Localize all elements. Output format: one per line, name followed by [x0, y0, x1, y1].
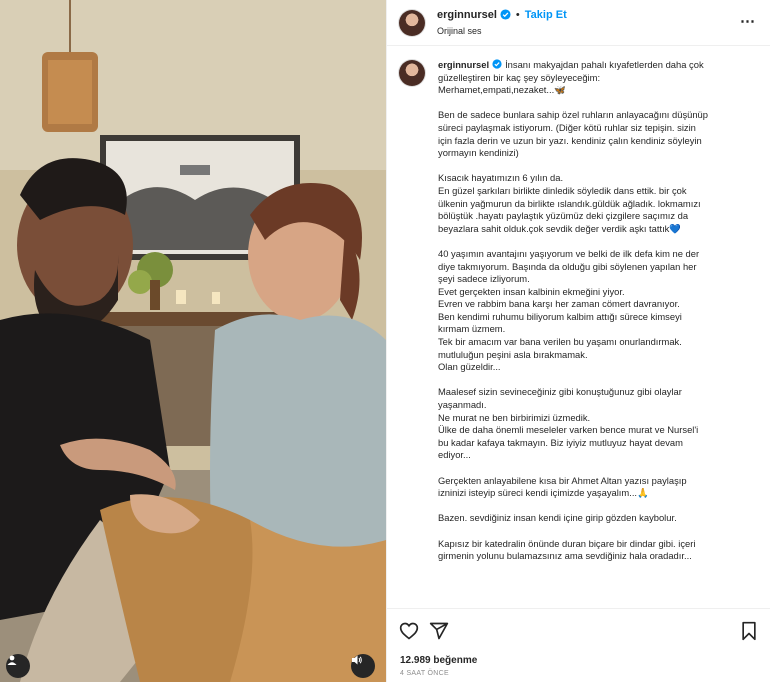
caption-line: mutluluğun peşini asla bırakmamak.	[438, 348, 588, 360]
speaker-icon	[352, 655, 362, 665]
post-media[interactable]	[0, 0, 386, 682]
caption-line: erginnursel İnsanı makyajdan pahalı kıyaf…	[438, 59, 756, 72]
caption-line: ediyor...	[438, 449, 471, 461]
caption-text: erginnursel İnsanı makyajdan pahalı kıyaf…	[438, 59, 756, 575]
caption-paragraph: erginnursel İnsanı makyajdan pahalı kıyaf…	[438, 59, 756, 97]
caption-line: Gerçekten anlayabilene kısa bir Ahmet Al…	[438, 474, 687, 486]
caption-line: ülkenin yağmurun da birlikte ıslandık.gü…	[438, 197, 701, 209]
avatar[interactable]	[399, 9, 425, 36]
caption-line: 40 yaşımın avantajını yaşıyorum ve belki…	[438, 247, 700, 259]
verified-badge-icon	[500, 9, 511, 20]
caption-line: için fazla derin ve uzun bir yazı. kendi…	[438, 134, 702, 146]
caption-line: Ben de sadece bunlara sahip özel ruhları…	[438, 109, 708, 121]
bookmark-icon[interactable]	[739, 621, 759, 641]
caption-line: diye takmıyorum. Başında da olduğu gibi …	[438, 260, 697, 272]
caption-line: yaşanmadı.	[438, 399, 487, 411]
caption-line: En güzel şarkıları birlikte dinledik söy…	[438, 184, 687, 196]
caption-line: Merhamet,empati,nezaket...🦋	[438, 84, 566, 96]
caption-line: güzelleştiren bir kaç şey söyleyeceğim:	[438, 71, 601, 83]
post-details-panel: erginnursel • Takip Et Orijinal ses ⋯ er…	[386, 0, 770, 682]
caption-line: beyazlara sahit olduk.çok sevdik değer v…	[438, 222, 682, 234]
caption-line: Kısacık hayatımızın 6 yılın da.	[438, 172, 564, 184]
caption-paragraph: Bazen. sevdiğiniz insan kendi içine giri…	[438, 512, 756, 525]
caption-line: süreci paylaşmak istiyorum. (Diğer kötü …	[438, 121, 696, 133]
header-username[interactable]: erginnursel	[437, 8, 497, 22]
tagged-users-button[interactable]	[6, 654, 30, 678]
caption-line: bu kadar kafaya takmayın. Biz iyiyiz mut…	[438, 436, 683, 448]
caption-line: yormayın kendinizi)	[438, 147, 519, 159]
caption-line: izninizi isteyip süreci kendi içimizde y…	[438, 487, 649, 499]
send-icon[interactable]	[429, 621, 449, 641]
caption-item: erginnursel İnsanı makyajdan pahalı kıyaf…	[399, 59, 759, 575]
caption-paragraph: Kısacık hayatımızın 6 yılın da. En güzel …	[438, 172, 756, 235]
caption-paragraph: Maalesef sizin sevineceğiniz gibi konuşt…	[438, 386, 756, 462]
post-header: erginnursel • Takip Et Orijinal ses ⋯	[387, 0, 770, 46]
caption-line: Ülke de daha önemli meseleler varken ben…	[438, 424, 699, 436]
audio-toggle-button[interactable]	[351, 654, 375, 678]
caption-paragraph: Kapısız bir katedralin önünde duran biça…	[438, 538, 756, 563]
verified-badge-icon	[492, 59, 502, 69]
caption-line: Tek bir amacım var bana verilen bu yaşam…	[438, 336, 682, 348]
post-timestamp[interactable]: 4 SAAT ÖNCE	[400, 670, 449, 677]
caption-line: Ne murat ne ben birbirimizi üzmedik.	[438, 411, 591, 423]
caption-line: Bazen. sevdiğiniz insan kendi içine giri…	[438, 512, 677, 524]
more-options-icon[interactable]: ⋯	[740, 12, 756, 30]
caption-line: şeyi sadece izliyorum.	[438, 273, 530, 285]
follow-button[interactable]: Takip Et	[525, 8, 567, 22]
separator-dot: •	[515, 8, 520, 21]
caption-line: kırmam üzmem.	[438, 323, 506, 335]
caption-line: Ben kendimi ruhumu biliyorum kalbim attı…	[438, 310, 682, 322]
heart-icon[interactable]	[399, 621, 419, 641]
caption-line-text: İnsanı makyajdan pahalı kıyafetlerden da…	[505, 59, 704, 70]
caption-line: Olan güzeldir...	[438, 361, 501, 373]
comments-section: erginnursel İnsanı makyajdan pahalı kıyaf…	[387, 47, 770, 608]
caption-line: Kapısız bir katedralin önünde duran biça…	[438, 537, 696, 549]
caption-paragraph: Ben de sadece bunlara sahip özel ruhları…	[438, 109, 756, 159]
caption-line: Evren ve rabbim bana karşı her zaman cöm…	[438, 298, 680, 310]
caption-line: girmenin yolunu bulamazsınız ama sevdiği…	[438, 550, 692, 562]
caption-paragraph: 40 yaşımın avantajını yaşıyorum ve belki…	[438, 248, 756, 374]
user-icon	[7, 655, 17, 665]
action-bar: 12.989 beğenme 4 SAAT ÖNCE	[387, 608, 770, 682]
caption-avatar[interactable]	[399, 60, 425, 86]
post-photo	[0, 0, 386, 682]
caption-line: Evet gerçekten insan kalbinin ekmeğini y…	[438, 285, 625, 297]
caption-username[interactable]: erginnursel	[438, 59, 489, 70]
caption-paragraph: Gerçekten anlayabilene kısa bir Ahmet Al…	[438, 475, 756, 500]
audio-label[interactable]: Orijinal ses	[437, 24, 567, 38]
caption-line: Maalesef sizin sevineceğiniz gibi konuşt…	[438, 386, 682, 398]
like-count[interactable]: 12.989 beğenme	[400, 655, 477, 666]
caption-line: bölüştük .hayatı paylaştık yüzümüz deki …	[438, 210, 689, 222]
